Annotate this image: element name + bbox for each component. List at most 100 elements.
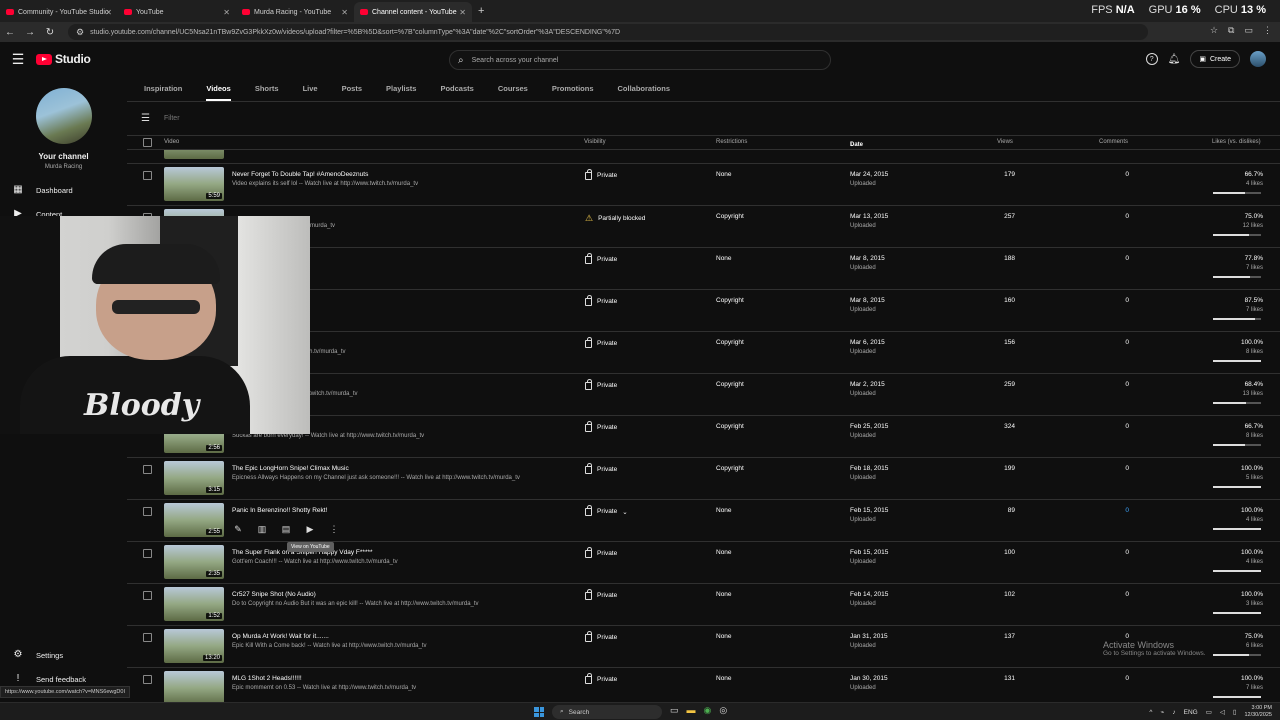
video-title[interactable]: The Epic LongHorn Snipe! Climax Music [232, 465, 349, 472]
visibility-cell[interactable]: Private [585, 589, 617, 600]
browser-tab[interactable]: YouTube ✕ [118, 2, 236, 22]
channel-avatar[interactable] [36, 88, 92, 144]
chevron-down-icon[interactable]: ⌄ [622, 508, 627, 516]
video-thumbnail[interactable]: 2:55 [164, 503, 224, 537]
tray-chevron-icon[interactable]: ^ [1149, 709, 1152, 716]
comments-icon[interactable]: ▤ [280, 524, 292, 535]
filter-icon[interactable]: ☰ [141, 113, 150, 124]
tab-live[interactable]: Live [303, 84, 326, 101]
chrome-icon[interactable]: ◉ [704, 705, 712, 716]
row-checkbox[interactable] [143, 465, 152, 474]
video-thumbnail[interactable]: 13:20 [164, 629, 224, 663]
extension-icon[interactable]: ⧉ [1228, 25, 1234, 36]
microphone-icon[interactable]: ♪ [1172, 709, 1175, 716]
account-avatar[interactable] [1250, 51, 1266, 67]
forward-icon[interactable]: → [20, 27, 40, 38]
close-tab-icon[interactable]: ✕ [341, 8, 348, 17]
site-info-icon[interactable]: ⚙ [76, 27, 84, 38]
browser-tab[interactable]: Murda Racing - YouTube ✕ [236, 2, 354, 22]
sidebar-item-send-feedback[interactable]: ! Send feedback [12, 673, 86, 685]
menu-icon[interactable]: ⋮ [1263, 25, 1272, 36]
row-checkbox[interactable] [143, 549, 152, 558]
analytics-icon[interactable]: ▥ [256, 524, 268, 535]
back-icon[interactable]: ← [0, 27, 20, 38]
taskbar-search[interactable]: ⌕ Search [552, 705, 662, 719]
video-thumbnail[interactable] [164, 671, 224, 702]
filter-input[interactable]: Filter [164, 115, 180, 122]
video-title[interactable]: Panic In Berenzino!! Shotty Rekt! [232, 507, 327, 514]
table-row[interactable]: 3:15 The Epic LongHorn Snipe! Climax Mus… [127, 458, 1280, 500]
video-thumbnail[interactable]: 5:59 [164, 167, 224, 201]
visibility-cell[interactable]: Private [585, 547, 617, 558]
video-title[interactable]: Op Murda At Work! Wait for it....... [232, 633, 329, 640]
bookmark-star-icon[interactable]: ☆ [1210, 25, 1218, 36]
volume-icon[interactable]: ◁ [1220, 708, 1225, 716]
close-tab-icon[interactable]: ✕ [105, 8, 112, 17]
visibility-cell[interactable]: Private [585, 379, 617, 390]
video-thumbnail[interactable]: 2:35 [164, 545, 224, 579]
task-view-icon[interactable]: ▭ [670, 705, 679, 716]
comments-cell[interactable]: 0 [1097, 507, 1129, 514]
tab-inspiration[interactable]: Inspiration [144, 84, 190, 101]
table-row[interactable]: 5:59 Never Forget To Double Tap! #AmenoD… [127, 164, 1280, 206]
create-button[interactable]: ▣ Create [1190, 50, 1240, 68]
file-explorer-icon[interactable]: ▬ [687, 705, 696, 716]
close-tab-icon[interactable]: ✕ [223, 8, 230, 17]
tab-posts[interactable]: Posts [342, 84, 370, 101]
studio-logo[interactable]: Studio [36, 52, 91, 66]
table-row[interactable]: 2:55 Panic In Berenzino!! Shotty Rekt! P… [127, 500, 1280, 552]
video-title[interactable]: MLG 1Shot 2 Heads!!!!!! [232, 675, 302, 682]
table-row[interactable] [127, 150, 1280, 164]
notifications-bell-icon[interactable]: 🔔︎ [1168, 54, 1181, 65]
tab-collaborations[interactable]: Collaborations [618, 84, 679, 101]
visibility-cell[interactable]: Private [585, 295, 617, 306]
video-thumbnail[interactable]: 1:52 [164, 587, 224, 621]
tab-podcasts[interactable]: Podcasts [440, 84, 481, 101]
visibility-cell[interactable]: Private [585, 463, 617, 474]
tab-courses[interactable]: Courses [498, 84, 536, 101]
address-bar[interactable]: ⚙ studio.youtube.com/channel/UC5Nsa21nTBw… [68, 24, 1148, 40]
video-thumbnail[interactable]: 3:15 [164, 461, 224, 495]
table-row[interactable]: MLG 1Shot 2 Heads!!!!!! Epic mommemt on … [127, 668, 1280, 702]
more-options-icon[interactable]: ⋮ [328, 524, 340, 535]
visibility-cell[interactable]: Private [585, 421, 617, 432]
tab-promotions[interactable]: Promotions [552, 84, 602, 101]
edit-pencil-icon[interactable]: ✎ [232, 524, 244, 535]
video-title[interactable]: Never Forget To Double Tap! #AmenoDeeznu… [232, 171, 368, 178]
sidebar-item-dashboard[interactable]: ▦ Dashboard [12, 184, 72, 196]
table-row[interactable]: 1:52 Cr527 Snipe Shot (No Audio) Do to C… [127, 584, 1280, 626]
display-icon[interactable]: ▭ [1206, 708, 1212, 716]
browser-tab[interactable]: Community - YouTube Studio ✕ [0, 2, 118, 22]
filter-bar[interactable]: ☰ Filter [127, 102, 1280, 136]
row-checkbox[interactable] [143, 171, 152, 180]
visibility-cell[interactable]: Private [585, 169, 617, 180]
row-checkbox[interactable] [143, 591, 152, 600]
tab-videos[interactable]: Videos [206, 84, 238, 101]
tab-playlists[interactable]: Playlists [386, 84, 424, 101]
cast-icon[interactable]: ▭ [1244, 25, 1253, 36]
battery-icon[interactable]: ▯ [1233, 708, 1237, 716]
taskbar-clock[interactable]: 3:00 PM 12/30/2025 [1244, 705, 1272, 719]
reload-icon[interactable]: ↻ [40, 27, 60, 38]
video-title[interactable]: Cr527 Snipe Shot (No Audio) [232, 591, 316, 598]
browser-tab-active[interactable]: Channel content - YouTube ✕ [354, 2, 472, 22]
hamburger-menu-icon[interactable]: ☰ [0, 51, 36, 68]
new-tab-icon[interactable]: + [478, 5, 484, 17]
app-icon[interactable]: ◎ [719, 705, 727, 716]
sidebar-item-settings[interactable]: ⚙ Settings [12, 649, 64, 661]
help-icon[interactable]: ? [1145, 53, 1158, 65]
visibility-cell[interactable]: ⚠ Partially blocked [585, 213, 645, 224]
language-indicator[interactable]: ENG [1184, 709, 1198, 716]
select-all-checkbox[interactable] [143, 138, 152, 147]
network-icon[interactable]: ⌁ [1160, 708, 1164, 716]
close-tab-icon[interactable]: ✕ [459, 8, 466, 17]
view-on-youtube-icon[interactable]: ▶ [304, 524, 316, 535]
visibility-cell[interactable]: Private [585, 673, 617, 684]
video-thumbnail[interactable] [164, 150, 224, 159]
row-checkbox[interactable] [143, 675, 152, 684]
visibility-cell[interactable]: Private [585, 253, 617, 264]
visibility-cell[interactable]: Private [585, 337, 617, 348]
tab-shorts[interactable]: Shorts [255, 84, 287, 101]
search-input[interactable]: ⌕ Search across your channel [449, 50, 831, 70]
visibility-cell[interactable]: Private ⌄ [585, 505, 628, 516]
